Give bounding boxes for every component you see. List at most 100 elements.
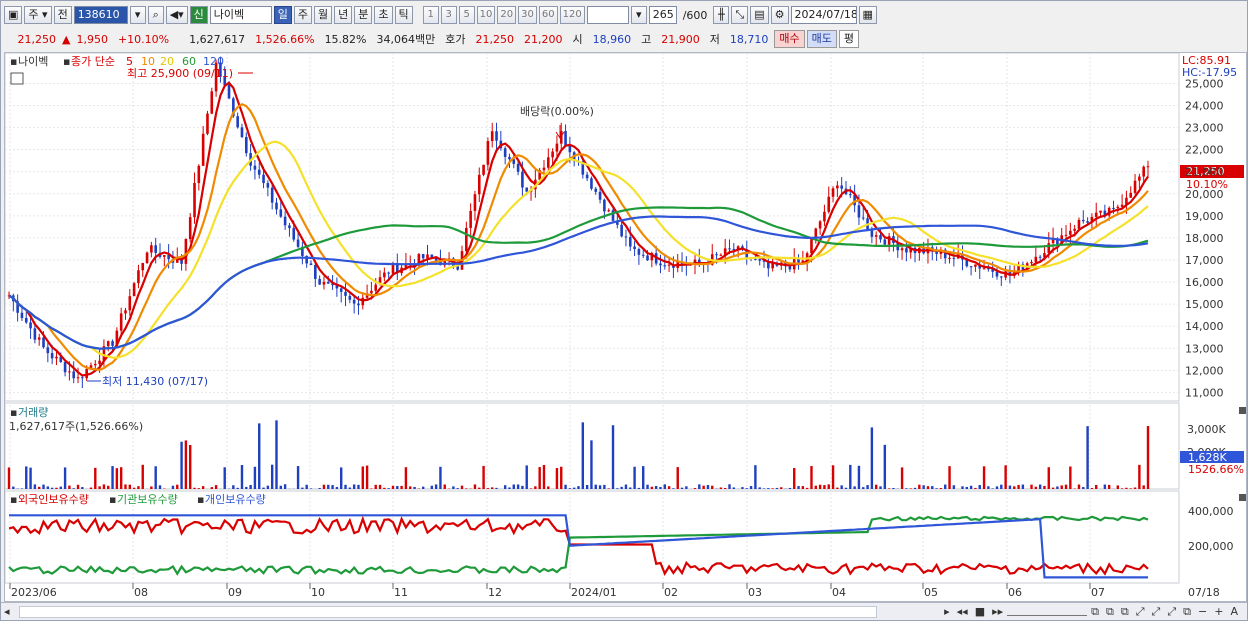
sell-button[interactable]: 매도 [806,30,837,48]
interval-custom-input[interactable] [586,6,629,24]
market-type-select[interactable]: 주 ▾ [24,6,52,24]
zoom-out-icon[interactable]: − [1195,605,1210,618]
volume-bar [810,466,813,489]
interval-3-button[interactable]: 3 [440,6,457,24]
volume-bar [892,487,895,489]
price-y-tick: 19,000 [1185,210,1224,223]
candle-body [279,209,283,217]
candle-body [508,156,511,160]
period-day-tab[interactable]: 일 [273,6,292,24]
price-y-tick: 14,000 [1185,320,1224,333]
scroll-left-icon[interactable]: ◂ [1,605,13,618]
layout-icon-3[interactable]: ⧉ [1118,605,1132,619]
buy-button[interactable]: 매수 [774,30,805,48]
high-annotation: 최고 25,900 (09/11) [127,67,233,80]
volume-bar [1034,486,1038,489]
eval-button[interactable]: 평 [838,30,859,48]
rewind-icon[interactable]: ◂◂ [954,605,971,618]
volume-bar [611,425,615,489]
window-menu-icon[interactable]: ▣ [4,6,23,24]
volume-panel-close-icon[interactable] [1239,407,1246,414]
volume-bar [590,440,593,489]
interval-dropdown-icon[interactable]: ▾ [630,6,647,24]
volume-bar [749,486,753,489]
chart-svg[interactable]: ▪ 나이벡 ▪ 종가 단순 5 10 20 60 120 LC:85.91 HC… [4,52,1246,601]
period-minute-tab[interactable]: 분 [354,6,373,24]
candle-body [477,174,481,195]
trend-tool-icon-2[interactable]: ⤢ [1149,605,1164,619]
draw-tool-icon[interactable]: ⤡ [731,6,749,24]
period-second-tab[interactable]: 초 [374,6,393,24]
volume-bar [409,486,412,489]
candle-body [495,131,498,141]
interval-10-button[interactable]: 10 [476,6,496,24]
interval-1-button[interactable]: 1 [422,6,439,24]
volume-bar [456,488,459,489]
copy-icon[interactable]: ⧉ [1180,605,1194,619]
candle-body [1038,256,1042,258]
volume-bar [702,485,705,489]
x-axis-label: 07 [1091,586,1105,599]
period-tick-tab[interactable]: 틱 [394,6,413,24]
volume-bar [1116,485,1119,489]
volume-bar [383,487,386,489]
candle-body [76,377,80,379]
bar-count-input[interactable]: 265 [648,6,677,24]
play-icon[interactable]: ▸ [941,605,953,618]
font-size-icon[interactable]: A [1227,605,1241,618]
volume-bar [874,484,878,489]
volume-bar [922,485,925,489]
interval-20-button[interactable]: 20 [497,6,517,24]
date-input[interactable]: 2024/07/18 [790,6,857,24]
candle-body [546,157,550,168]
all-type-button[interactable]: 전 [53,6,72,24]
search-icon[interactable]: ⌕ [147,6,164,24]
volume-bar [279,485,283,489]
volume-bar [50,487,54,489]
candle-body [849,194,852,196]
interval-30-button[interactable]: 30 [518,6,537,24]
candle-body [24,317,28,323]
zoom-in-icon[interactable]: + [1211,605,1226,618]
candle-body [150,245,153,253]
calendar-icon[interactable]: ▦ [858,6,877,24]
speed-slider[interactable] [1007,608,1088,616]
volume-bar [236,487,239,489]
volume-bar [849,464,852,489]
candle-body [253,165,257,170]
volume-bar [969,485,973,489]
volume-bar [831,465,835,489]
period-year-tab[interactable]: 년 [334,6,353,24]
volume-bar [352,484,356,489]
trend-tool-icon[interactable]: ⤢ [1133,605,1148,619]
candle-type-icon[interactable]: ╫ [713,6,730,24]
interval-120-button[interactable]: 120 [559,6,585,24]
grid-toggle-icon[interactable] [10,72,24,85]
holding-panel-close-icon[interactable] [1239,494,1246,501]
horizontal-scrollbar[interactable] [19,606,877,618]
interval-60-button[interactable]: 60 [538,6,558,24]
save-icon[interactable]: ▤ [750,6,769,24]
volume-bar [176,484,179,489]
code-dropdown-icon[interactable]: ▾ [129,6,146,24]
stock-code-input[interactable]: 138610 [73,6,128,24]
candle-body [81,377,84,379]
period-month-tab[interactable]: 월 [314,6,333,24]
interval-5-button[interactable]: 5 [458,6,475,24]
candle-body [1138,176,1141,181]
layout-icon-2[interactable]: ⧉ [1103,605,1117,619]
chart-area[interactable]: ▪ 나이벡 ▪ 종가 단순 5 10 20 60 120 LC:85.91 HC… [4,52,1247,602]
candle-body [836,185,839,189]
volume-bar [1060,485,1063,489]
period-week-tab[interactable]: 주 [293,6,313,24]
speaker-icon[interactable]: ◀▾ [165,6,188,24]
candle-body [344,291,347,296]
trend-tool-icon-3[interactable]: ⤢ [1164,605,1179,619]
stop-icon[interactable]: ■ [972,605,988,618]
gear-icon[interactable]: ⚙ [770,6,789,24]
layout-icon-1[interactable]: ⧉ [1088,605,1102,619]
trade-volume: 1,627,617 [189,32,246,46]
candle-body [624,236,628,238]
candle-body [620,224,623,237]
fast-forward-icon[interactable]: ▸▸ [989,605,1006,618]
